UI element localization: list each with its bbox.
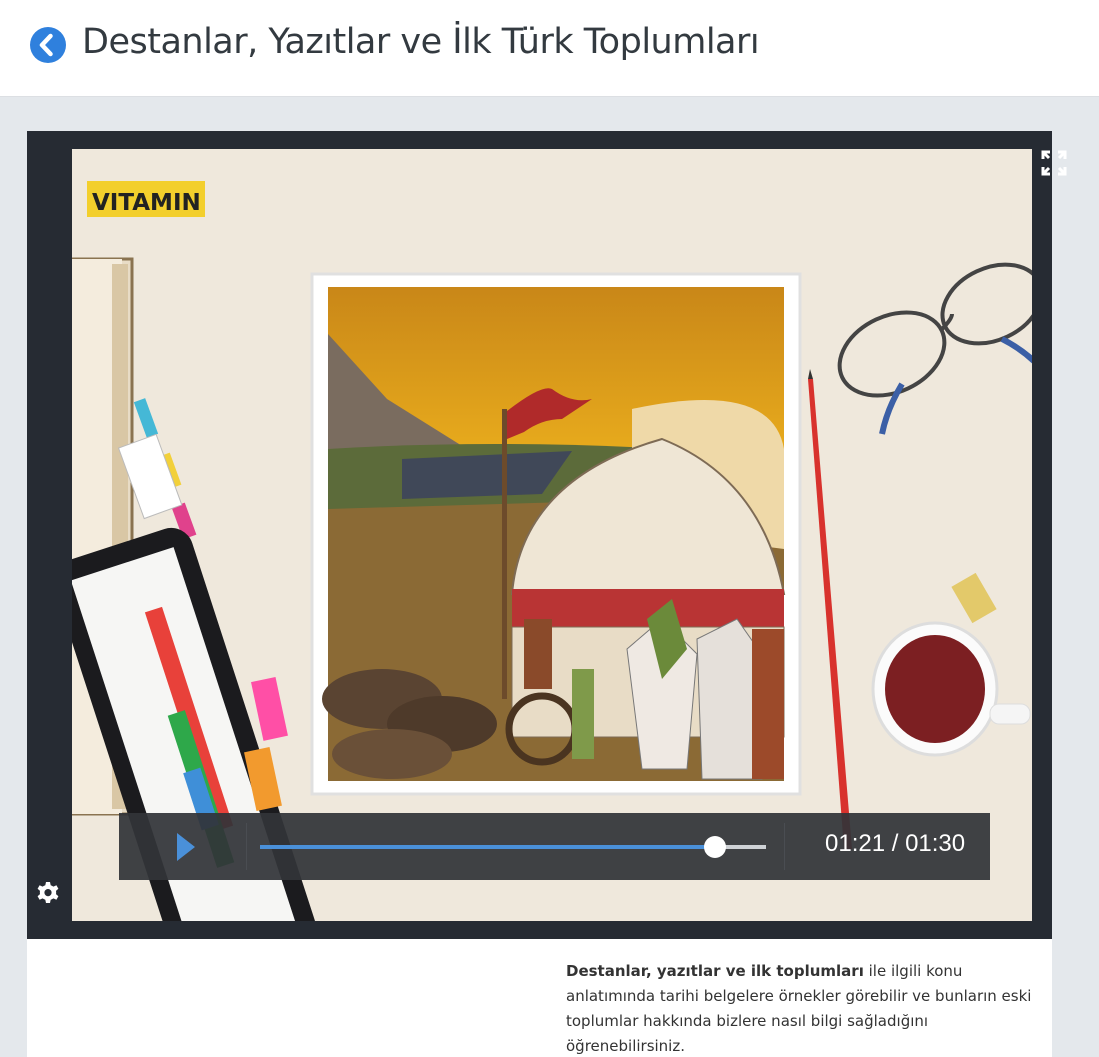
- seek-bar[interactable]: [260, 836, 766, 858]
- video-player: VITAMIN 01:21 / 01:30: [27, 131, 1067, 939]
- divider: [784, 823, 785, 870]
- page-title: Destanlar, Yazıtlar ve İlk Türk Toplumla…: [82, 22, 760, 62]
- vitamin-logo: VITAMIN: [92, 190, 201, 216]
- seek-progress: [260, 845, 716, 849]
- page-header: Destanlar, Yazıtlar ve İlk Türk Toplumla…: [0, 0, 1099, 97]
- play-icon[interactable]: [169, 830, 199, 864]
- video-frame[interactable]: VITAMIN: [72, 149, 1032, 921]
- description-text: Destanlar, yazıtlar ve ilk toplumları il…: [566, 959, 1046, 1057]
- gear-icon[interactable]: [36, 881, 60, 905]
- video-still-image: VITAMIN: [72, 149, 1032, 921]
- seek-handle[interactable]: [704, 836, 727, 858]
- description-bold: Destanlar, yazıtlar ve ilk toplumları: [566, 962, 864, 980]
- back-button[interactable]: [30, 27, 66, 63]
- fullscreen-icon[interactable]: [1041, 150, 1067, 176]
- video-controls: 01:21 / 01:30: [119, 813, 990, 880]
- chevron-left-icon: [39, 33, 53, 57]
- divider: [246, 823, 247, 870]
- description-panel: Destanlar, yazıtlar ve ilk toplumları il…: [27, 939, 1052, 1057]
- time-display: 01:21 / 01:30: [825, 830, 966, 857]
